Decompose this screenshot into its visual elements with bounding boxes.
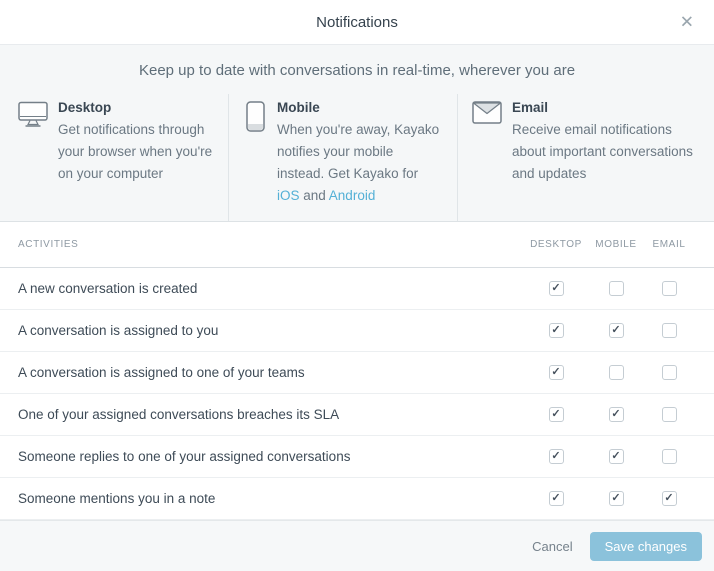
desktop-checkbox[interactable]: ✓ (549, 323, 564, 338)
activities-column-header: Activities (18, 239, 526, 250)
channel-title: Email (512, 100, 700, 115)
mobile-checkbox[interactable]: ✓ (609, 407, 624, 422)
check-icon: ✓ (611, 451, 620, 462)
smartphone-icon (246, 101, 265, 137)
mobile-checkbox[interactable]: ✓ (609, 323, 624, 338)
channel-description: When you're away, Kayako notifies your m… (277, 119, 443, 207)
monitor-icon (18, 101, 48, 133)
channel-mobile: Mobile When you're away, Kayako notifies… (228, 94, 457, 221)
desktop-cell: ✓ (526, 491, 586, 506)
desktop-checkbox[interactable]: ✓ (549, 281, 564, 296)
desktop-checkbox[interactable]: ✓ (549, 407, 564, 422)
table-header-row: Activities Desktop Mobile Email (0, 222, 714, 268)
desktop-cell: ✓ (526, 449, 586, 464)
check-icon: ✓ (551, 493, 560, 504)
dialog-footer: Cancel Save changes (0, 520, 714, 571)
activity-label: Someone mentions you in a note (18, 491, 526, 506)
save-changes-button[interactable]: Save changes (590, 532, 702, 561)
email-cell (646, 365, 692, 380)
check-icon: ✓ (551, 451, 560, 462)
mobile-checkbox[interactable]: ✓ (609, 491, 624, 506)
desktop-checkbox[interactable]: ✓ (549, 365, 564, 380)
check-icon: ✓ (664, 493, 673, 504)
ios-link[interactable]: iOS (277, 188, 300, 203)
channel-desktop: Desktop Get notifications through your b… (0, 94, 228, 221)
email-checkbox[interactable] (662, 365, 677, 380)
email-cell: ✓ (646, 491, 692, 506)
check-icon: ✓ (611, 325, 620, 336)
dialog-title: Notifications (316, 14, 398, 31)
activity-label: A new conversation is created (18, 281, 526, 296)
mobile-column-header: Mobile (586, 239, 646, 250)
email-checkbox[interactable]: ✓ (662, 491, 677, 506)
check-icon: ✓ (551, 283, 560, 294)
check-icon: ✓ (611, 409, 620, 420)
email-checkbox[interactable] (662, 407, 677, 422)
table-row: A new conversation is created ✓ (0, 268, 714, 310)
email-cell (646, 323, 692, 338)
mobile-checkbox[interactable] (609, 365, 624, 380)
envelope-icon (472, 101, 502, 129)
email-column-header: Email (646, 239, 692, 250)
intro-subtitle: Keep up to date with conversations in re… (0, 62, 714, 79)
desktop-column-header: Desktop (526, 239, 586, 250)
mobile-cell: ✓ (586, 323, 646, 338)
cancel-button[interactable]: Cancel (532, 539, 572, 554)
email-checkbox[interactable] (662, 281, 677, 296)
desktop-checkbox[interactable]: ✓ (549, 449, 564, 464)
table-row: Someone replies to one of your assigned … (0, 436, 714, 478)
email-checkbox[interactable] (662, 449, 677, 464)
close-icon[interactable]: ✕ (676, 10, 698, 35)
email-cell (646, 407, 692, 422)
channel-description: Receive email notifications about import… (512, 119, 694, 185)
mobile-cell: ✓ (586, 449, 646, 464)
intro-section: Keep up to date with conversations in re… (0, 45, 714, 222)
email-checkbox[interactable] (662, 323, 677, 338)
activity-label: A conversation is assigned to one of you… (18, 365, 526, 380)
desktop-cell: ✓ (526, 407, 586, 422)
description-text: and (300, 188, 329, 203)
channel-title: Desktop (58, 100, 214, 115)
table-row: A conversation is assigned to you ✓ ✓ (0, 310, 714, 352)
activities-rows: A new conversation is created✓A conversa… (0, 268, 714, 520)
email-cell (646, 449, 692, 464)
activities-table: Activities Desktop Mobile Email A new co… (0, 222, 714, 520)
mobile-cell: ✓ (586, 407, 646, 422)
desktop-cell: ✓ (526, 281, 586, 296)
desktop-cell: ✓ (526, 365, 586, 380)
table-row: Someone mentions you in a note ✓ ✓ ✓ (0, 478, 714, 520)
check-icon: ✓ (551, 367, 560, 378)
dialog-header: Notifications ✕ (0, 0, 714, 45)
channel-columns: Desktop Get notifications through your b… (0, 94, 714, 221)
activity-label: One of your assigned conversations breac… (18, 407, 526, 422)
table-row: A conversation is assigned to one of you… (0, 352, 714, 394)
notifications-dialog: Notifications ✕ Keep up to date with con… (0, 0, 714, 563)
mobile-cell (586, 365, 646, 380)
check-icon: ✓ (551, 325, 560, 336)
mobile-cell (586, 281, 646, 296)
channel-description: Get notifications through your browser w… (58, 119, 214, 185)
description-text: When you're away, Kayako notifies your m… (277, 122, 439, 181)
channel-title: Mobile (277, 100, 443, 115)
mobile-checkbox[interactable] (609, 281, 624, 296)
mobile-checkbox[interactable]: ✓ (609, 449, 624, 464)
check-icon: ✓ (611, 493, 620, 504)
activity-label: A conversation is assigned to you (18, 323, 526, 338)
check-icon: ✓ (551, 409, 560, 420)
table-row: One of your assigned conversations breac… (0, 394, 714, 436)
desktop-cell: ✓ (526, 323, 586, 338)
desktop-checkbox[interactable]: ✓ (549, 491, 564, 506)
email-cell (646, 281, 692, 296)
mobile-cell: ✓ (586, 491, 646, 506)
activity-label: Someone replies to one of your assigned … (18, 449, 526, 464)
channel-email: Email Receive email notifications about … (457, 94, 714, 221)
android-link[interactable]: Android (329, 188, 376, 203)
